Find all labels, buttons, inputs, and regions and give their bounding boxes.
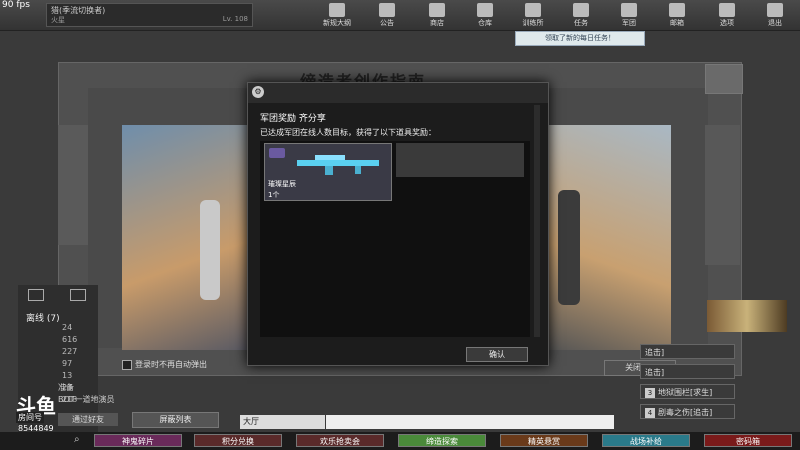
- dialog-header: ⚙: [248, 83, 548, 103]
- warehouse-icon: [477, 3, 493, 17]
- tab-password-box[interactable]: 密码箱: [704, 434, 792, 447]
- notice-banner[interactable]: 领取了新的每日任务！: [515, 31, 645, 46]
- confirm-button[interactable]: 确认: [466, 347, 528, 362]
- tab-ghost-fragments[interactable]: 神鬼碎片: [94, 434, 182, 447]
- reward-item[interactable]: 璀璨星辰 1个: [264, 143, 392, 201]
- friend-count: 227: [62, 347, 78, 356]
- nav-exit[interactable]: 退出: [754, 2, 796, 30]
- nav-training[interactable]: 训练所: [512, 2, 554, 30]
- no-popup-checkbox[interactable]: [122, 360, 132, 370]
- top-bar: 90 fps 猎(季流切换者) 火星 Lv. 108 新规大纲 公告 商店 仓库…: [0, 0, 800, 31]
- friend-count: 13: [62, 371, 73, 380]
- top-right-card: [705, 64, 743, 94]
- training-icon: [525, 3, 541, 17]
- gear-icon: [719, 3, 735, 17]
- player-level: Lv. 108: [222, 15, 248, 23]
- reward-name: 璀璨星辰: [268, 180, 296, 188]
- dialog-scrollbar[interactable]: [534, 105, 540, 337]
- reward-dialog: ⚙ 军团奖励 齐分享 已达成军团在线人数目标，获得了以下道具奖励： 璀璨星辰 1…: [247, 82, 549, 366]
- tab-battle-supply[interactable]: 战场补给: [602, 434, 690, 447]
- fps-counter: 90 fps: [2, 0, 30, 10]
- chat-input[interactable]: [326, 415, 614, 429]
- guide-art-right: [546, 125, 671, 350]
- friend-count: 616: [62, 335, 78, 344]
- weapon-image: [297, 155, 379, 175]
- room-label: 房间号: [16, 412, 44, 423]
- nav-quest[interactable]: 任务: [560, 2, 602, 30]
- bot-name: BOT一道地演员: [58, 395, 115, 404]
- dialog-title: 军团奖励 齐分享: [260, 114, 326, 124]
- steam-icon: ⚙: [252, 86, 264, 98]
- friend-count: 24: [62, 323, 73, 332]
- left-side-card: [58, 125, 88, 245]
- block-list-button[interactable]: 屏蔽列表: [132, 412, 219, 428]
- bot-status: 准备: [58, 383, 74, 392]
- reward-list: 璀璨星辰 1个: [260, 141, 530, 337]
- nav-new-rules[interactable]: 新规大纲: [316, 2, 358, 30]
- nav-warehouse[interactable]: 仓库: [464, 2, 506, 30]
- tab-happy-auction[interactable]: 欢乐抢卖会: [296, 434, 384, 447]
- mode-button-2[interactable]: 追击]: [640, 364, 735, 379]
- nav-mail[interactable]: 邮箱: [656, 2, 698, 30]
- quest-icon: [573, 3, 589, 17]
- item-tag-icon: [269, 148, 285, 158]
- no-popup-label: 登录时不再自动弹出: [135, 360, 207, 369]
- shield-icon: [621, 3, 637, 17]
- mode-button-4[interactable]: 4 剧毒之伤[追击]: [640, 404, 735, 419]
- megaphone-icon: [379, 3, 395, 17]
- dialog-description: 已达成军团在线人数目标，获得了以下道具奖励：: [260, 128, 436, 137]
- nav-legion[interactable]: 军团: [608, 2, 650, 30]
- book-icon: [329, 3, 345, 17]
- chat-channel-select[interactable]: 大厅: [240, 415, 325, 429]
- group-tab-icon[interactable]: [70, 289, 86, 301]
- reward-quantity: 1个: [268, 191, 280, 199]
- shop-icon: [429, 3, 445, 17]
- friends-tab-icon[interactable]: [28, 289, 44, 301]
- soldier-figure: [558, 190, 580, 305]
- right-side-card: [705, 125, 740, 265]
- nav-shop[interactable]: 商店: [416, 2, 458, 30]
- robot-figure: [200, 200, 220, 300]
- add-friend-button[interactable]: 通过好友: [58, 413, 118, 426]
- empty-reward-slot: [396, 143, 524, 177]
- search-icon[interactable]: ⌕: [74, 434, 86, 446]
- player-subtitle: 火星: [51, 16, 65, 24]
- tab-elite-bounty[interactable]: 精英悬赏: [500, 434, 588, 447]
- player-info[interactable]: 猎(季流切换者) 火星 Lv. 108: [46, 3, 253, 27]
- mail-icon: [669, 3, 685, 17]
- offline-group-label[interactable]: 离线 (7): [26, 311, 60, 324]
- nav-options[interactable]: 选项: [706, 2, 748, 30]
- power-icon: [767, 3, 783, 17]
- nav-announcement[interactable]: 公告: [366, 2, 408, 30]
- mode-thumbnail[interactable]: [707, 300, 787, 332]
- guide-art-left: [122, 125, 247, 350]
- tab-points-exchange[interactable]: 积分兑换: [194, 434, 282, 447]
- friend-count: 97: [62, 359, 73, 368]
- mode-button-3[interactable]: 3 地狱围栏[求生]: [640, 384, 735, 399]
- tab-creator-explore[interactable]: 缔造探索: [398, 434, 486, 447]
- mode-button-1[interactable]: 追击]: [640, 344, 735, 359]
